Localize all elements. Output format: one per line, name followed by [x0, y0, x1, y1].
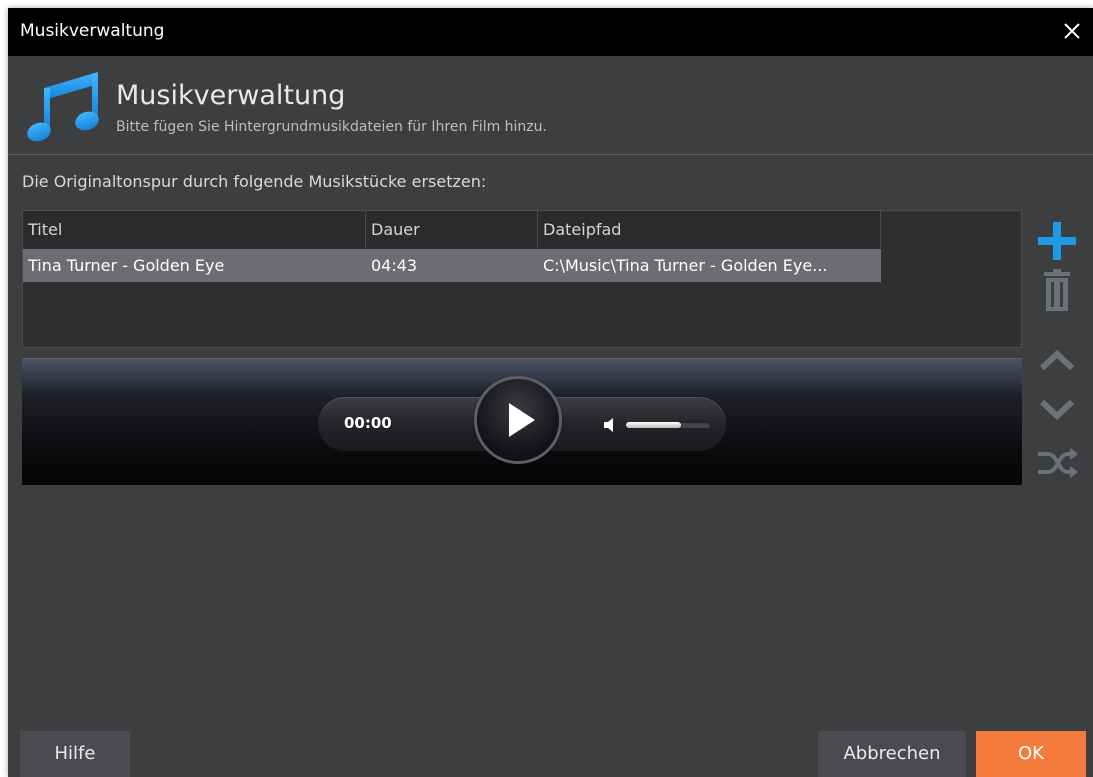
speaker-icon[interactable] [602, 416, 622, 434]
music-list[interactable]: Titel Dauer Dateipfad Tina Turner - Gold… [22, 210, 1022, 348]
row-title: Tina Turner - Golden Eye [28, 256, 225, 275]
cancel-button[interactable]: Abbrechen [818, 731, 966, 777]
audio-player: 00:00 [22, 358, 1022, 485]
music-manager-dialog: Musikverwaltung Musikverwaltung Bitte fü… [8, 8, 1093, 777]
shuffle-icon[interactable] [1032, 440, 1082, 486]
row-duration: 04:43 [371, 256, 418, 275]
close-icon[interactable] [1057, 16, 1087, 46]
trash-icon[interactable] [1032, 268, 1082, 314]
column-header-path[interactable]: Dateipfad [538, 211, 881, 248]
row-path: C:\Music\Tina Turner - Golden Eye... [543, 256, 828, 275]
list-header: Titel Dauer Dateipfad [23, 211, 881, 248]
list-toolbar [1032, 218, 1082, 498]
ok-button[interactable]: OK [976, 731, 1086, 777]
dialog-header: Musikverwaltung Bitte fügen Sie Hintergr… [8, 56, 1093, 155]
window-title: Musikverwaltung [20, 21, 165, 41]
playback-time: 00:00 [344, 414, 392, 432]
play-icon [509, 403, 535, 437]
instruction-text: Die Originaltonspur durch folgende Musik… [22, 172, 487, 191]
music-note-icon [27, 72, 99, 142]
play-button[interactable] [477, 379, 559, 461]
volume-slider[interactable] [626, 422, 710, 428]
chevron-down-icon[interactable] [1032, 386, 1082, 432]
help-button[interactable]: Hilfe [20, 731, 130, 777]
table-row[interactable]: Tina Turner - Golden Eye 04:43 C:\Music\… [23, 249, 881, 282]
chevron-up-icon[interactable] [1032, 338, 1082, 384]
header-title: Musikverwaltung [116, 80, 346, 111]
volume-level [626, 422, 681, 428]
column-header-duration[interactable]: Dauer [366, 211, 538, 248]
column-header-title[interactable]: Titel [23, 211, 366, 248]
title-bar: Musikverwaltung [8, 8, 1093, 56]
plus-icon[interactable] [1032, 218, 1082, 264]
header-subtitle: Bitte fügen Sie Hintergrundmusikdateien … [116, 119, 547, 135]
